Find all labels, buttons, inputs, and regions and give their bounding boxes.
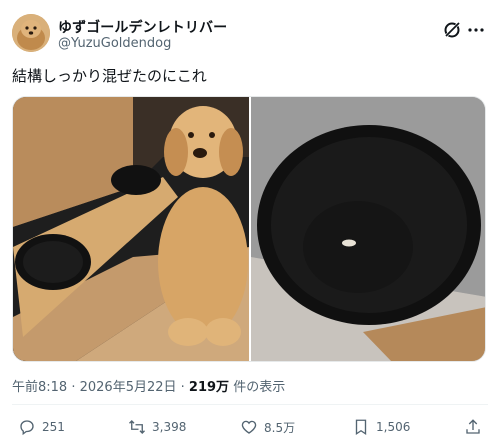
action-bar: 251 3,398 8.5万 1,506 <box>12 416 488 440</box>
meta-separator: · <box>176 380 189 395</box>
tweet-text: 結構しっかり混ぜたのにこれ <box>12 67 207 85</box>
share-button[interactable] <box>464 416 488 438</box>
author-name[interactable]: ゆずゴールデンレトリバー <box>58 17 227 37</box>
like-count: 8.5万 <box>264 420 296 435</box>
bookmark-count: 1,506 <box>376 420 411 434</box>
author-handle[interactable]: @YuzuGoldendog <box>58 36 171 51</box>
repost-count: 3,398 <box>152 420 187 434</box>
tweet-date[interactable]: 2026年5月22日 <box>80 380 177 395</box>
repost-button[interactable]: 3,398 <box>128 416 186 438</box>
media-container[interactable] <box>12 96 486 362</box>
reply-icon <box>20 420 34 436</box>
like-button[interactable]: 8.5万 <box>240 416 295 438</box>
photo-bowl[interactable] <box>251 97 486 362</box>
bookmark-icon <box>355 419 367 436</box>
tweet-header: ゆずゴールデンレトリバー @YuzuGoldendog <box>12 14 486 58</box>
grok-icon[interactable] <box>442 20 462 40</box>
reply-button[interactable]: 251 <box>18 416 65 438</box>
repost-icon <box>129 420 145 434</box>
divider <box>12 404 488 405</box>
views-count: 219万 <box>188 380 230 395</box>
more-icon[interactable] <box>466 20 486 40</box>
like-icon <box>241 420 257 434</box>
bookmark-button[interactable]: 1,506 <box>352 416 410 438</box>
tweet-time[interactable]: 午前8:18 <box>12 380 67 395</box>
meta-separator: · <box>67 380 80 395</box>
views-label: 件の表示 <box>229 380 286 395</box>
photo-dog[interactable] <box>13 97 249 362</box>
tweet-meta: 午前8:18 · 2026年5月22日 · 219万 件の表示 <box>12 376 285 395</box>
avatar[interactable] <box>12 14 50 52</box>
share-icon <box>466 419 480 434</box>
reply-count: 251 <box>42 420 65 434</box>
